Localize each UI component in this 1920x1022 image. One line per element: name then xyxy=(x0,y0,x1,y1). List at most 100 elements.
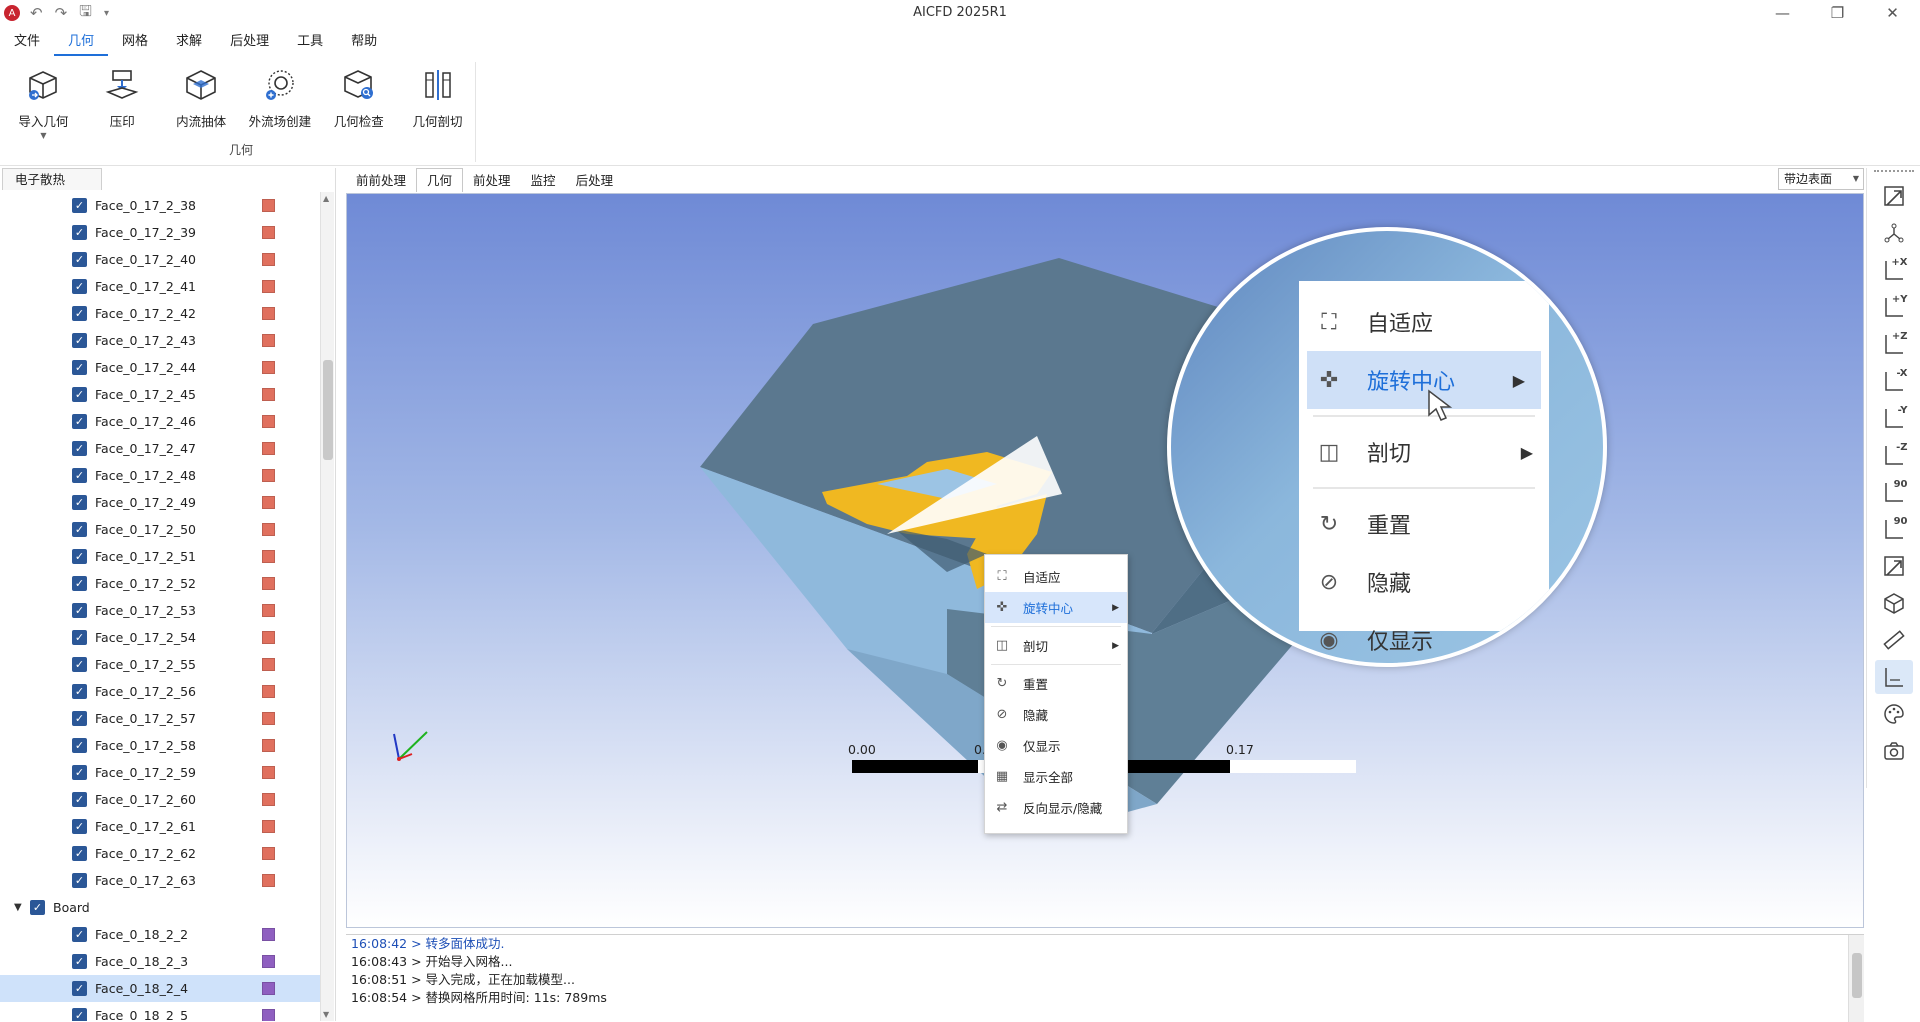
tree-row[interactable]: ✓ Face_0_17_2_39 xyxy=(0,219,322,246)
tree-row[interactable]: ✓ Face_0_17_2_57 xyxy=(0,705,322,732)
tree-scrollbar[interactable]: ▲ ▼ xyxy=(320,192,334,1021)
tree-row[interactable]: ✓ Face_0_17_2_43 xyxy=(0,327,322,354)
measure-button[interactable] xyxy=(1875,623,1913,657)
color-swatch[interactable] xyxy=(262,550,275,563)
color-swatch[interactable] xyxy=(262,766,275,779)
color-swatch[interactable] xyxy=(262,712,275,725)
menu-item-5[interactable]: 工具 xyxy=(283,28,337,56)
save-icon[interactable]: 🖫 xyxy=(79,1,92,26)
tree-row[interactable]: ✓ Face_0_17_2_44 xyxy=(0,354,322,381)
color-swatch[interactable] xyxy=(262,226,275,239)
color-swatch[interactable] xyxy=(262,442,275,455)
visibility-checkbox[interactable]: ✓ xyxy=(72,360,87,375)
color-swatch[interactable] xyxy=(262,334,275,347)
geometry-cut-button[interactable]: 几何剖切 xyxy=(400,62,475,144)
view-plus-x-button[interactable]: +X xyxy=(1875,253,1913,287)
geometry-check-button[interactable]: 几何检查 xyxy=(321,62,396,144)
visibility-checkbox[interactable]: ✓ xyxy=(72,684,87,699)
context-menu-item[interactable]: ⛶ 自适应 xyxy=(985,561,1127,592)
visibility-checkbox[interactable]: ✓ xyxy=(72,549,87,564)
rotate-90-ccw-button[interactable]: 90 xyxy=(1875,475,1913,509)
context-menu-item[interactable]: ⇄ 反向显示/隐藏 xyxy=(985,792,1127,823)
menu-item-6[interactable]: 帮助 xyxy=(337,28,391,56)
render-mode-select[interactable]: 带边表面 ▼ xyxy=(1778,168,1864,190)
dimension-button[interactable] xyxy=(1874,660,1913,694)
color-swatch[interactable] xyxy=(262,415,275,428)
restore-icon[interactable]: ❐ xyxy=(1810,0,1865,26)
color-swatch[interactable] xyxy=(262,604,275,617)
customize-quick-access-icon[interactable]: ▾ xyxy=(104,8,109,19)
redo-icon[interactable]: ↷ xyxy=(55,4,68,22)
internal-flow-extract-button[interactable]: 内流抽体 xyxy=(164,62,239,144)
tree-row[interactable]: ✓ Face_0_17_2_45 xyxy=(0,381,322,408)
cube-view-button[interactable] xyxy=(1875,586,1913,620)
toolbar-grip[interactable] xyxy=(1873,170,1914,176)
tree-row[interactable]: ✓ Face_0_17_2_42 xyxy=(0,300,322,327)
color-swatch[interactable] xyxy=(262,253,275,266)
visibility-checkbox[interactable]: ✓ xyxy=(72,603,87,618)
tree-row[interactable]: ✓ Face_0_18_2_3 xyxy=(0,948,322,975)
tree-row[interactable]: ✓ Face_0_17_2_47 xyxy=(0,435,322,462)
view-tab-4[interactable]: 后处理 xyxy=(566,170,624,192)
import-geometry-button[interactable]: 导入几何 ▼ xyxy=(6,62,81,144)
visibility-checkbox[interactable]: ✓ xyxy=(72,279,87,294)
color-swatch[interactable] xyxy=(262,793,275,806)
tree-row[interactable]: ✓ Face_0_17_2_38 xyxy=(0,192,322,219)
context-menu-item[interactable]: ⊘ 隐藏 xyxy=(985,699,1127,730)
color-swatch[interactable] xyxy=(262,739,275,752)
imprint-button[interactable]: 压印 xyxy=(85,62,160,144)
context-menu-item[interactable]: ◉ 仅显示 xyxy=(985,730,1127,761)
console-scrollbar[interactable] xyxy=(1848,935,1864,1022)
color-swatch[interactable] xyxy=(262,955,275,968)
visibility-checkbox[interactable]: ✓ xyxy=(72,846,87,861)
tree-row[interactable]: ✓ Face_0_18_2_5 xyxy=(0,1002,322,1021)
visibility-checkbox[interactable]: ✓ xyxy=(72,630,87,645)
external-field-create-button[interactable]: 外流场创建 xyxy=(242,62,317,144)
visibility-checkbox[interactable]: ✓ xyxy=(72,522,87,537)
visibility-checkbox[interactable]: ✓ xyxy=(72,387,87,402)
visibility-checkbox[interactable]: ✓ xyxy=(72,873,87,888)
color-button[interactable] xyxy=(1875,697,1913,731)
visibility-checkbox[interactable]: ✓ xyxy=(72,306,87,321)
tree-row[interactable]: ✓ Face_0_17_2_56 xyxy=(0,678,322,705)
visibility-checkbox[interactable]: ✓ xyxy=(72,954,87,969)
view-tab-0[interactable]: 前前处理 xyxy=(346,170,416,192)
tree-row[interactable]: ✓ Face_0_17_2_48 xyxy=(0,462,322,489)
color-swatch[interactable] xyxy=(262,1009,275,1021)
context-menu-item[interactable]: ▦ 显示全部 xyxy=(985,761,1127,792)
scrollbar-thumb[interactable] xyxy=(1852,953,1862,998)
context-menu-item[interactable]: ◫ 剖切 ▶ xyxy=(985,630,1127,661)
visibility-checkbox[interactable]: ✓ xyxy=(72,198,87,213)
visibility-checkbox[interactable]: ✓ xyxy=(72,711,87,726)
view-plus-y-button[interactable]: +Y xyxy=(1875,290,1913,324)
color-swatch[interactable] xyxy=(262,820,275,833)
view-minus-x-button[interactable]: -X xyxy=(1875,364,1913,398)
tree-group-row[interactable]: ▼ ✓ Board xyxy=(0,894,322,921)
visibility-checkbox[interactable]: ✓ xyxy=(72,414,87,429)
visibility-checkbox[interactable]: ✓ xyxy=(72,576,87,591)
color-swatch[interactable] xyxy=(262,388,275,401)
screenshot-button[interactable] xyxy=(1875,734,1913,768)
view-tab-2[interactable]: 前处理 xyxy=(463,170,521,192)
visibility-checkbox[interactable]: ✓ xyxy=(72,441,87,456)
color-swatch[interactable] xyxy=(262,874,275,887)
minimize-icon[interactable]: — xyxy=(1755,0,1810,26)
color-swatch[interactable] xyxy=(262,280,275,293)
view-minus-z-button[interactable]: -Z xyxy=(1875,438,1913,472)
tree-row[interactable]: ✓ Face_0_17_2_53 xyxy=(0,597,322,624)
tree-row[interactable]: ✓ Face_0_17_2_46 xyxy=(0,408,322,435)
rotate-90-cw-button[interactable]: 90 xyxy=(1875,512,1913,546)
tree-row[interactable]: ✓ Face_0_17_2_40 xyxy=(0,246,322,273)
color-swatch[interactable] xyxy=(262,577,275,590)
undo-icon[interactable]: ↶ xyxy=(30,4,43,22)
context-menu-item[interactable]: ✜ 旋转中心 ▶ xyxy=(985,592,1127,623)
color-swatch[interactable] xyxy=(262,469,275,482)
tree-row[interactable]: ✓ Face_0_17_2_59 xyxy=(0,759,322,786)
visibility-checkbox[interactable]: ✓ xyxy=(72,657,87,672)
tree-row[interactable]: ✓ Face_0_17_2_58 xyxy=(0,732,322,759)
iso-view-button[interactable] xyxy=(1875,549,1913,583)
view-tab-3[interactable]: 监控 xyxy=(521,170,566,192)
tree-row[interactable]: ✓ Face_0_17_2_62 xyxy=(0,840,322,867)
color-swatch[interactable] xyxy=(262,982,275,995)
visibility-checkbox[interactable]: ✓ xyxy=(72,927,87,942)
